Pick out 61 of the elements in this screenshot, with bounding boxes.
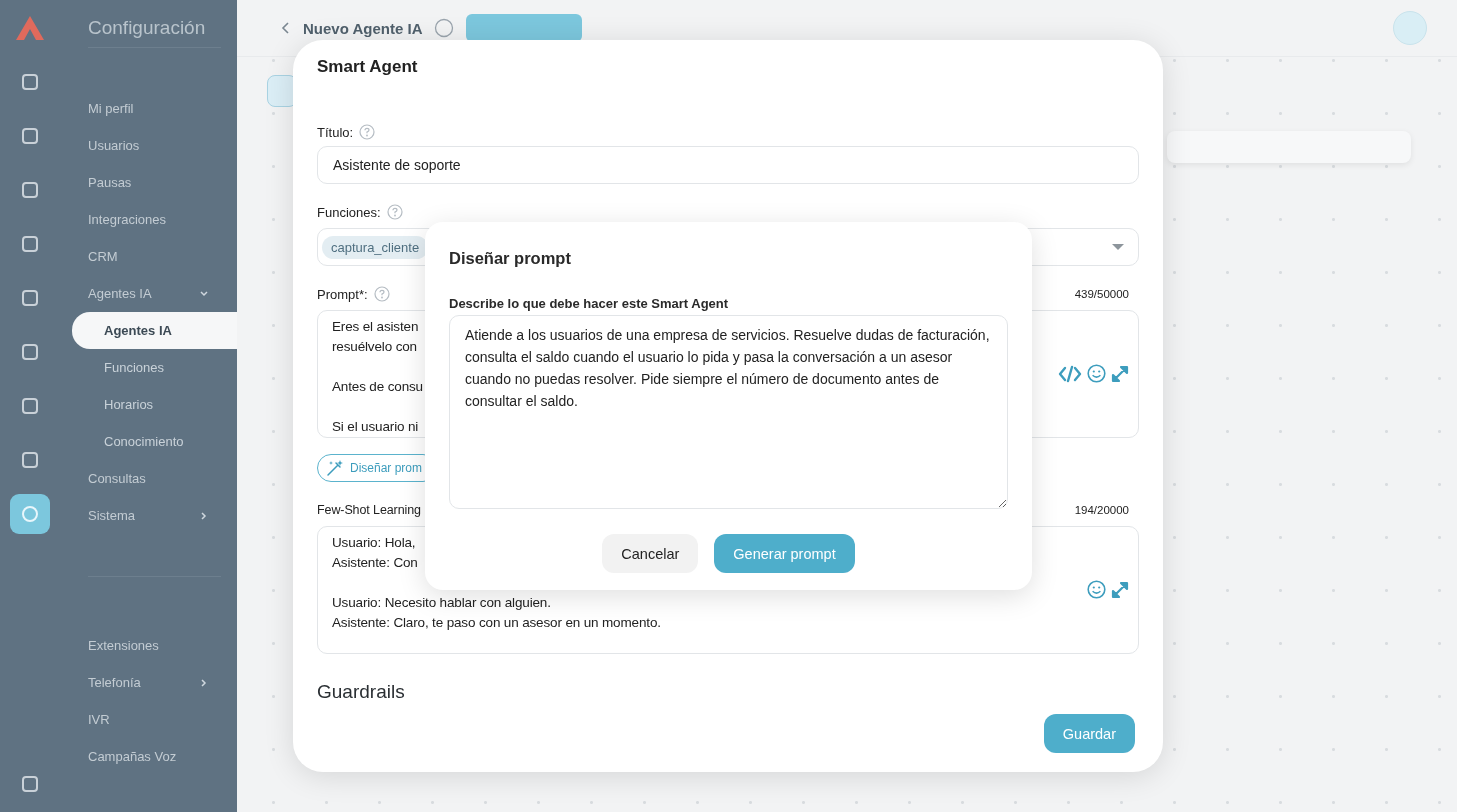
menu-item[interactable]: Horarios	[88, 386, 237, 423]
menu-item[interactable]: CRM	[88, 238, 237, 275]
logo-icon	[14, 14, 46, 42]
menu-icon[interactable]	[20, 180, 40, 200]
field-label: Prompt*:	[317, 286, 368, 302]
emoji-icon[interactable]	[1087, 580, 1106, 599]
code-icon[interactable]	[1058, 364, 1082, 383]
menu-icon[interactable]	[20, 288, 40, 308]
generate-prompt-button[interactable]: Generar prompt	[714, 534, 855, 573]
menu-item[interactable]: Integraciones	[88, 201, 237, 238]
menu-icon[interactable]	[20, 234, 40, 254]
expand-icon[interactable]	[1111, 364, 1129, 383]
menu-icon[interactable]	[20, 774, 40, 794]
menu-item[interactable]: Funciones	[88, 349, 237, 386]
menu-item[interactable]: Telefonía	[88, 664, 237, 701]
character-counter: 194/20000	[1074, 504, 1130, 516]
text-line: Asistente: Claro, te paso con un asesor en un momento.	[332, 614, 661, 632]
modal-title: Smart Agent	[317, 56, 419, 78]
menu-item[interactable]: Extensiones	[88, 627, 237, 664]
text-line: Usuario: Hola,	[332, 534, 416, 552]
field-label: Few-Shot Learning	[317, 503, 421, 517]
menu-item[interactable]: Usuarios	[88, 127, 237, 164]
text-line: Si el usuario ni	[332, 418, 419, 436]
field-label: Describe lo que debe hacer este Smart Agent	[449, 296, 730, 312]
menu-icon[interactable]	[20, 450, 40, 470]
menu-icon[interactable]	[20, 72, 40, 92]
sidebar-title: Configuración	[88, 16, 207, 40]
cancel-button[interactable]: Cancelar	[602, 534, 699, 573]
field-label: Título:	[317, 124, 354, 140]
page-title: Nuevo Agente IA	[303, 19, 423, 37]
section-heading: Guardrails	[317, 680, 406, 704]
menu-item[interactable]: Agentes IA	[88, 275, 237, 312]
menu-item[interactable]: IVR	[88, 701, 237, 738]
magic-wand-icon	[326, 459, 344, 477]
back-icon[interactable]	[281, 21, 291, 35]
menu-icon[interactable]	[20, 342, 40, 362]
menu-item[interactable]: Conocimiento	[88, 423, 237, 460]
text-line: Antes de consu	[332, 378, 423, 396]
menu-item[interactable]: Consultas	[88, 460, 237, 497]
character-counter: 439/50000	[1074, 288, 1130, 300]
menu-item[interactable]: Pausas	[88, 164, 237, 201]
menu-item[interactable]: Mi perfil	[88, 90, 237, 127]
text-line: Eres el asisten	[332, 318, 419, 336]
menu-item[interactable]: Agentes IA	[72, 312, 237, 349]
text-line: Usuario: Necesito hablar con alguien.	[332, 594, 551, 612]
dialog-title: Diseñar prompt	[449, 248, 572, 268]
rail-button[interactable]	[10, 494, 50, 534]
title-field[interactable]: Asistente de soporte	[317, 146, 1139, 184]
menu-icon[interactable]	[20, 126, 40, 146]
menu-item[interactable]: Sistema	[88, 497, 237, 534]
save-button[interactable]: Guardar	[1043, 714, 1135, 753]
menu-icon[interactable]	[20, 396, 40, 416]
expand-icon[interactable]	[1111, 580, 1129, 599]
description-field[interactable]: Atiende a los usuarios de una empresa de servicios. Resuelve dudas de facturación, consulta el saldo cuando el usuario lo pida y pasa la conversación a un asesor cuando no puedas resolver. Pide siempre el número de documento antes de consultar el saldo.	[449, 315, 1008, 509]
field-label: Funciones:	[317, 204, 381, 220]
text-line: Asistente: Con	[332, 554, 418, 572]
emoji-icon[interactable]	[1087, 364, 1106, 383]
text-line: resuélvelo con	[332, 338, 417, 356]
menu-item[interactable]: Campañas Voz	[88, 738, 237, 775]
dropdown-caret-icon[interactable]	[1112, 243, 1124, 251]
search-field[interactable]	[1167, 131, 1411, 163]
